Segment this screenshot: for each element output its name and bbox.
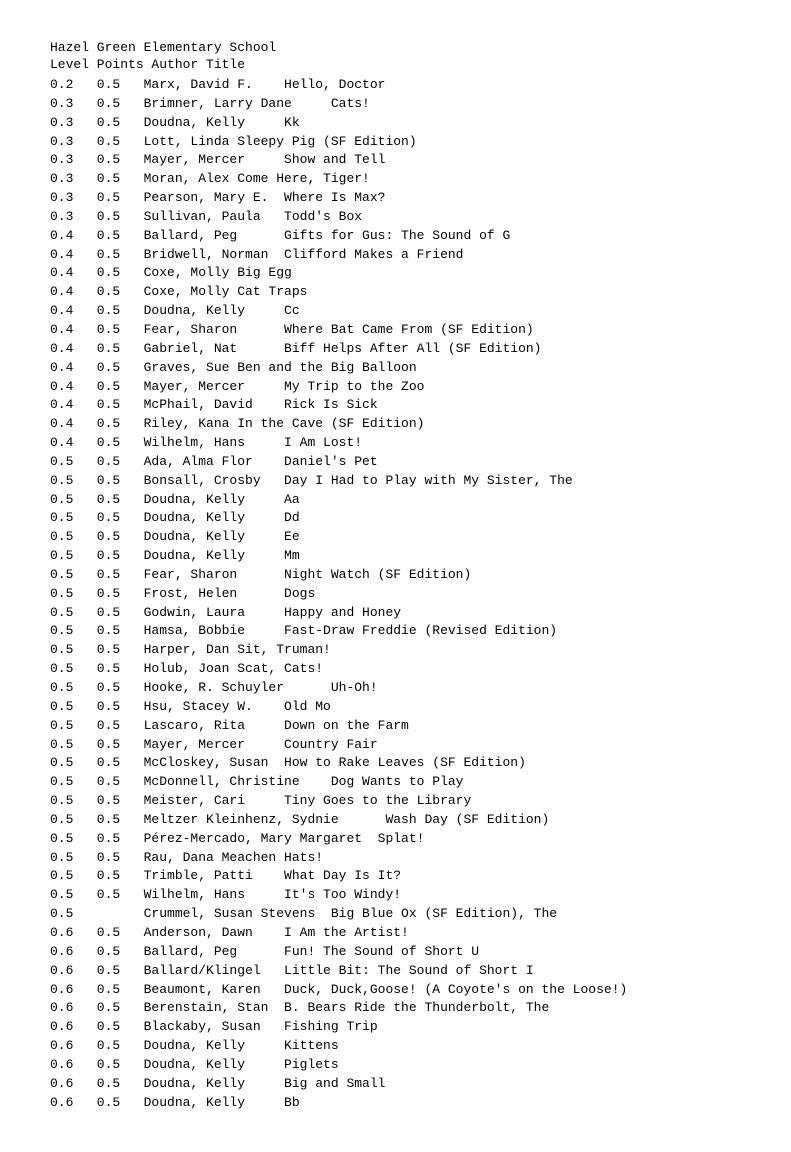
table-row: 0.6 0.5 Berenstain, Stan B. Bears Ride t… bbox=[50, 999, 741, 1018]
table-row: 0.4 0.5 Coxe, Molly Cat Traps bbox=[50, 283, 741, 302]
table-row: 0.6 0.5 Beaumont, Karen Duck, Duck,Goose… bbox=[50, 981, 741, 1000]
table-row: 0.6 0.5 Ballard/Klingel Little Bit: The … bbox=[50, 962, 741, 981]
table-row: 0.4 0.5 Graves, Sue Ben and the Big Ball… bbox=[50, 359, 741, 378]
table-row: 0.5 0.5 Godwin, Laura Happy and Honey bbox=[50, 604, 741, 623]
table-row: 0.5 0.5 McDonnell, Christine Dog Wants t… bbox=[50, 773, 741, 792]
table-row: 0.3 0.5 Doudna, Kelly Kk bbox=[50, 114, 741, 133]
table-row: 0.6 0.5 Blackaby, Susan Fishing Trip bbox=[50, 1018, 741, 1037]
table-row: 0.6 0.5 Doudna, Kelly Piglets bbox=[50, 1056, 741, 1075]
table-row: 0.5 0.5 Doudna, Kelly Ee bbox=[50, 528, 741, 547]
table-row: 0.5 0.5 Meister, Cari Tiny Goes to the L… bbox=[50, 792, 741, 811]
school-title: Hazel Green Elementary School bbox=[50, 40, 741, 55]
table-row: 0.3 0.5 Brimner, Larry Dane Cats! bbox=[50, 95, 741, 114]
table-row: 0.5 0.5 Doudna, Kelly Mm bbox=[50, 547, 741, 566]
table-row: 0.3 0.5 Lott, Linda Sleepy Pig (SF Editi… bbox=[50, 133, 741, 152]
table-row: 0.5 0.5 Fear, Sharon Night Watch (SF Edi… bbox=[50, 566, 741, 585]
table-row: 0.4 0.5 McPhail, David Rick Is Sick bbox=[50, 396, 741, 415]
table-row: 0.5 0.5 Doudna, Kelly Dd bbox=[50, 509, 741, 528]
table-row: 0.5 0.5 Trimble, Patti What Day Is It? bbox=[50, 867, 741, 886]
table-row: 0.3 0.5 Mayer, Mercer Show and Tell bbox=[50, 151, 741, 170]
table-row: 0.5 0.5 Harper, Dan Sit, Truman! bbox=[50, 641, 741, 660]
table-row: 0.5 0.5 Rau, Dana Meachen Hats! bbox=[50, 849, 741, 868]
table-row: 0.6 0.5 Doudna, Kelly Big and Small bbox=[50, 1075, 741, 1094]
table-row: 0.4 0.5 Coxe, Molly Big Egg bbox=[50, 264, 741, 283]
table-row: 0.4 0.5 Mayer, Mercer My Trip to the Zoo bbox=[50, 378, 741, 397]
table-row: 0.5 Crummel, Susan Stevens Big Blue Ox (… bbox=[50, 905, 741, 924]
table-row: 0.4 0.5 Wilhelm, Hans I Am Lost! bbox=[50, 434, 741, 453]
table-row: 0.3 0.5 Pearson, Mary E. Where Is Max? bbox=[50, 189, 741, 208]
table-row: 0.5 0.5 Doudna, Kelly Aa bbox=[50, 491, 741, 510]
table-row: 0.5 0.5 Hsu, Stacey W. Old Mo bbox=[50, 698, 741, 717]
table-row: 0.5 0.5 Hamsa, Bobbie Fast-Draw Freddie … bbox=[50, 622, 741, 641]
table-row: 0.4 0.5 Fear, Sharon Where Bat Came From… bbox=[50, 321, 741, 340]
table-row: 0.4 0.5 Bridwell, Norman Clifford Makes … bbox=[50, 246, 741, 265]
table-row: 0.3 0.5 Sullivan, Paula Todd's Box bbox=[50, 208, 741, 227]
table-row: 0.5 0.5 Holub, Joan Scat, Cats! bbox=[50, 660, 741, 679]
table-row: 0.3 0.5 Moran, Alex Come Here, Tiger! bbox=[50, 170, 741, 189]
table-row: 0.4 0.5 Riley, Kana In the Cave (SF Edit… bbox=[50, 415, 741, 434]
table-row: 0.6 0.5 Doudna, Kelly Kittens bbox=[50, 1037, 741, 1056]
table-row: 0.5 0.5 Frost, Helen Dogs bbox=[50, 585, 741, 604]
table-row: 0.6 0.5 Anderson, Dawn I Am the Artist! bbox=[50, 924, 741, 943]
table-row: 0.5 0.5 Ada, Alma Flor Daniel's Pet bbox=[50, 453, 741, 472]
table-row: 0.5 0.5 McCloskey, Susan How to Rake Lea… bbox=[50, 754, 741, 773]
table-row: 0.5 0.5 Meltzer Kleinhenz, Sydnie Wash D… bbox=[50, 811, 741, 830]
table-row: 0.2 0.5 Marx, David F. Hello, Doctor bbox=[50, 76, 741, 95]
table-row: 0.4 0.5 Doudna, Kelly Cc bbox=[50, 302, 741, 321]
table-row: 0.4 0.5 Gabriel, Nat Biff Helps After Al… bbox=[50, 340, 741, 359]
data-table: 0.2 0.5 Marx, David F. Hello, Doctor0.3 … bbox=[50, 76, 741, 1112]
table-row: 0.5 0.5 Lascaro, Rita Down on the Farm bbox=[50, 717, 741, 736]
table-row: 0.5 0.5 Wilhelm, Hans It's Too Windy! bbox=[50, 886, 741, 905]
table-row: 0.5 0.5 Mayer, Mercer Country Fair bbox=[50, 736, 741, 755]
table-row: 0.5 0.5 Bonsall, Crosby Day I Had to Pla… bbox=[50, 472, 741, 491]
table-row: 0.5 0.5 Pérez-Mercado, Mary Margaret Spl… bbox=[50, 830, 741, 849]
header-row: Level Points Author Title bbox=[50, 57, 741, 72]
table-row: 0.5 0.5 Hooke, R. Schuyler Uh-Oh! bbox=[50, 679, 741, 698]
table-row: 0.4 0.5 Ballard, Peg Gifts for Gus: The … bbox=[50, 227, 741, 246]
table-row: 0.6 0.5 Doudna, Kelly Bb bbox=[50, 1094, 741, 1113]
table-row: 0.6 0.5 Ballard, Peg Fun! The Sound of S… bbox=[50, 943, 741, 962]
